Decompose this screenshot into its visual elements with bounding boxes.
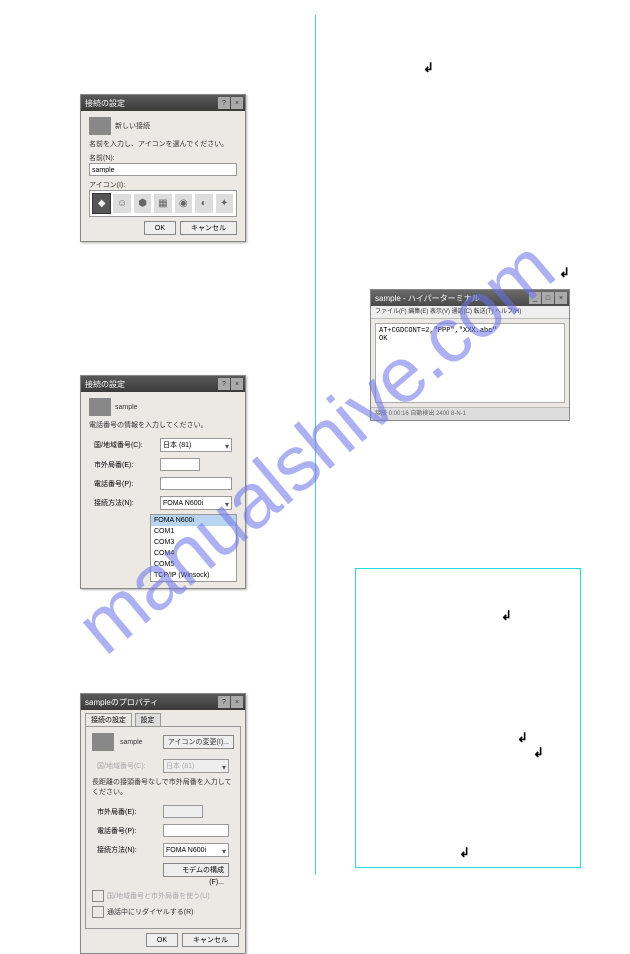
connect-label: 接続方法(N): (91, 494, 155, 512)
connect-options-list[interactable]: FOMA N600i COM1 COM3 COM4 COM5 TCP/IP (W… (150, 514, 237, 582)
titlebar[interactable]: 接続の設定 ? × (81, 376, 245, 392)
phone-label: 電話番号(P): (91, 475, 155, 492)
connect-select[interactable]: FOMA N600i (160, 496, 232, 510)
dialog-subtitle: sample (115, 404, 138, 411)
country-label: 国/地域番号(C): (94, 757, 158, 775)
ok-button[interactable]: OK (146, 933, 178, 947)
help-button[interactable]: ? (218, 378, 230, 390)
checkbox-label: 国/地域番号と市外局番を使う(U) (107, 893, 210, 900)
icon-selector[interactable]: ◆ ☺ ⬢ ▦ ◉ ◐ ✦ (89, 190, 237, 217)
help-button[interactable]: ? (218, 97, 230, 109)
modem-config-button[interactable]: モデムの構成(F)... (163, 863, 229, 877)
dialog-title: 接続の設定 (85, 98, 125, 109)
instruction-text: 長距離の接頭番号なしで市外局番を入力してください。 (92, 777, 234, 797)
max-button[interactable]: □ (542, 292, 554, 304)
hyperterminal-window: sample - ハイパーターミナル _ □ × ファイル(F) 編集(E) 表… (370, 289, 570, 421)
ok-button[interactable]: OK (144, 221, 176, 235)
dialog-title: 接続の設定 (85, 379, 125, 390)
checkbox-use-codes (92, 890, 104, 902)
close-button[interactable]: × (231, 97, 243, 109)
icon-option[interactable]: ⬢ (134, 194, 151, 213)
connect-label: 接続方法(N): (94, 841, 158, 859)
change-icon-button[interactable]: アイコンの変更(I)... (163, 735, 234, 749)
area-label: 市外局番(E): (91, 456, 155, 473)
phone-input[interactable] (163, 824, 229, 837)
connect-select[interactable]: FOMA N600i (163, 843, 229, 857)
enter-icon: ↲ (423, 60, 434, 76)
statusbar: 接続 0:00:16 自動検出 2400 8-N-1 (371, 407, 569, 420)
name-input[interactable]: sample (89, 163, 237, 176)
icon-option[interactable]: ▦ (154, 194, 171, 213)
cancel-button[interactable]: キャンセル (182, 933, 239, 947)
dialog-subtitle: 新しい接続 (115, 121, 150, 131)
list-item[interactable]: COM5 (151, 559, 236, 570)
list-item[interactable]: COM3 (151, 537, 236, 548)
menubar[interactable]: ファイル(F) 編集(E) 表示(V) 通話(C) 転送(T) ヘルプ(H) (371, 306, 569, 319)
icon-option[interactable]: ✦ (216, 194, 233, 213)
connection-icon (89, 398, 111, 416)
phone-input[interactable] (160, 477, 232, 490)
country-select[interactable]: 日本 (81) (160, 438, 232, 452)
area-input[interactable] (160, 458, 200, 471)
terminal-line: OK (379, 335, 561, 343)
titlebar[interactable]: 接続の設定 ? × (81, 95, 245, 111)
name-label: 名前(N): (89, 153, 237, 163)
area-label: 市外局番(E): (94, 803, 158, 820)
connection-settings-dialog: 接続の設定 ? × 新しい接続 名前を入力し、アイコンを選んでください。 名前(… (80, 94, 246, 242)
list-item[interactable]: COM1 (151, 526, 236, 537)
cancel-button[interactable]: キャンセル (180, 221, 237, 235)
phone-label: 電話番号(P): (94, 822, 158, 839)
close-button[interactable]: × (555, 292, 567, 304)
titlebar[interactable]: sample - ハイパーターミナル _ □ × (371, 290, 569, 306)
icon-option[interactable]: ☺ (113, 194, 130, 213)
close-button[interactable]: × (231, 378, 243, 390)
connection-icon (89, 117, 111, 135)
titlebar[interactable]: sampleのプロパティ ? × (81, 694, 245, 710)
country-label: 国/地域番号(C): (91, 436, 155, 454)
tab-connection[interactable]: 接続の設定 (85, 713, 132, 726)
icon-option[interactable]: ◆ (93, 194, 110, 213)
phone-settings-dialog: 接続の設定 ? × sample 電話番号の情報を入力してください。 国/地域番… (80, 375, 246, 589)
close-button[interactable]: × (231, 696, 243, 708)
dialog-subtitle: sample (120, 739, 143, 746)
highlight-box (355, 568, 581, 868)
connection-icon (92, 733, 114, 751)
instruction-text: 電話番号の情報を入力してください。 (89, 420, 237, 430)
terminal-content[interactable]: AT+CGDCONT=2,"PPP","XXX.abc" OK (375, 323, 565, 403)
enter-icon: ↲ (559, 265, 570, 281)
terminal-line: AT+CGDCONT=2,"PPP","XXX.abc" (379, 327, 561, 335)
checkbox-label: 通話中にリダイヤルする(R) (107, 909, 194, 916)
help-button[interactable]: ? (218, 696, 230, 708)
properties-dialog: sampleのプロパティ ? × 接続の設定 設定 sample アイコンの変更… (80, 693, 246, 954)
tab-settings[interactable]: 設定 (135, 713, 161, 726)
min-button[interactable]: _ (529, 292, 541, 304)
instruction-text: 名前を入力し、アイコンを選んでください。 (89, 139, 237, 149)
dialog-title: sampleのプロパティ (85, 697, 158, 708)
window-title: sample - ハイパーターミナル (375, 293, 480, 304)
list-item[interactable]: FOMA N600i (151, 515, 236, 526)
area-input (163, 805, 203, 818)
list-item[interactable]: COM4 (151, 548, 236, 559)
column-divider (315, 15, 316, 875)
icon-label: アイコン(I): (89, 180, 237, 190)
list-item[interactable]: TCP/IP (Winsock) (151, 570, 236, 581)
icon-option[interactable]: ◉ (175, 194, 192, 213)
country-select: 日本 (81) (163, 759, 229, 773)
icon-option[interactable]: ◐ (195, 194, 212, 213)
checkbox-redial[interactable] (92, 906, 104, 918)
